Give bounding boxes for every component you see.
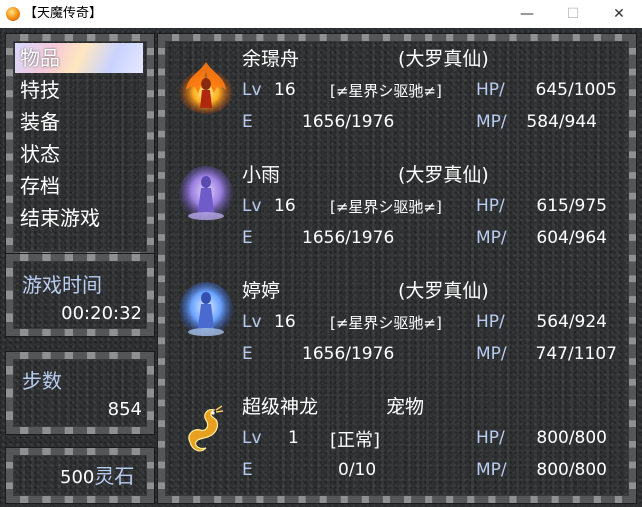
status-state: [≠星界シ驱驰≠] [330, 198, 442, 216]
app-icon [6, 7, 20, 21]
fire-spirit-portrait-icon [178, 62, 234, 114]
hp-label: HP/ [476, 80, 505, 100]
game-screen: 物品 特技 装备 状态 存档 结束游戏 游戏时间 00:20:32 步数 854… [0, 28, 642, 507]
member-title: (大罗真仙) [398, 280, 489, 302]
level-value: 16 [274, 80, 296, 100]
close-button[interactable]: ✕ [596, 0, 642, 28]
level-value: 1 [288, 428, 299, 448]
minimize-button[interactable]: — [504, 0, 550, 28]
exp-value: 1656/1976 [302, 112, 395, 132]
level-value: 16 [274, 196, 296, 216]
menu-item-skills[interactable]: 特技 [15, 75, 143, 105]
window-titlebar: 【天魔传奇】 — ☐ ✕ [0, 0, 642, 28]
mp-label: MP/ [476, 460, 507, 480]
hp-label: HP/ [476, 312, 505, 332]
member-title: 宠物 [386, 396, 425, 418]
hp-value: 800/800 [536, 428, 607, 448]
party-member[interactable]: 小雨 (大罗真仙) Lv 16 [≠星界シ驱驰≠] HP/ 615/975 E … [170, 160, 625, 272]
window-title: 【天魔传奇】 [24, 6, 103, 21]
party-member[interactable]: 婷婷 (大罗真仙) Lv 16 [≠星界シ驱驰≠] HP/ 564/924 E … [170, 276, 625, 388]
level-label: Lv [242, 196, 262, 216]
level-label: Lv [242, 428, 262, 448]
member-title: (大罗真仙) [398, 48, 489, 70]
hp-label: HP/ [476, 428, 505, 448]
member-name: 超级神龙 [242, 396, 319, 418]
playtime-label: 游戏时间 [22, 273, 102, 297]
party-member[interactable]: 余璟舟 (大罗真仙) Lv 16 [≠星界シ驱驰≠] HP/ 645/1005 … [170, 44, 625, 156]
hp-value: 564/924 [536, 312, 607, 332]
mp-label: MP/ [476, 344, 507, 364]
exp-value: 0/10 [338, 460, 377, 480]
maximize-button[interactable]: ☐ [550, 0, 596, 28]
exp-label: E [242, 460, 253, 480]
level-label: Lv [242, 312, 262, 332]
menu-item-save[interactable]: 存档 [15, 171, 143, 201]
exp-label: E [242, 344, 253, 364]
currency-unit: 灵石 [94, 464, 135, 488]
exp-label: E [242, 112, 253, 132]
mp-value: 584/944 [526, 112, 597, 132]
mp-label: MP/ [476, 228, 507, 248]
level-value: 16 [274, 312, 296, 332]
exp-label: E [242, 228, 253, 248]
hp-value: 615/975 [536, 196, 607, 216]
mp-value: 747/1107 [535, 344, 617, 364]
steps-label: 步数 [22, 369, 62, 393]
golden-dragon-portrait-icon [188, 405, 224, 452]
mp-value: 800/800 [536, 460, 607, 480]
member-title: (大罗真仙) [398, 164, 489, 186]
member-name: 小雨 [242, 164, 281, 186]
status-state: [≠星界シ驱驰≠] [330, 314, 442, 332]
currency-display: 500灵石 [60, 460, 134, 489]
steps-value: 854 [107, 399, 142, 420]
member-name: 婷婷 [242, 280, 281, 302]
hp-value: 645/1005 [535, 80, 617, 100]
playtime-value: 00:20:32 [61, 303, 142, 324]
level-label: Lv [242, 80, 262, 100]
exp-value: 1656/1976 [302, 344, 395, 364]
hp-label: HP/ [476, 196, 505, 216]
member-name: 余璟舟 [242, 48, 300, 70]
status-state: [正常] [330, 430, 381, 451]
menu-item-items[interactable]: 物品 [15, 43, 143, 73]
exp-value: 1656/1976 [302, 228, 395, 248]
mp-label: MP/ [476, 112, 507, 132]
violet-spirit-portrait-icon [179, 166, 233, 222]
blue-spirit-portrait-icon [179, 282, 233, 338]
menu-item-equip[interactable]: 装备 [15, 107, 143, 137]
menu-item-status[interactable]: 状态 [15, 139, 143, 169]
currency-amount: 500 [60, 467, 95, 488]
menu-item-end-game[interactable]: 结束游戏 [15, 203, 143, 233]
status-state: [≠星界シ驱驰≠] [330, 82, 442, 100]
mp-value: 604/964 [536, 228, 607, 248]
party-member[interactable]: 超级神龙 宠物 Lv 1 [正常] HP/ 800/800 E 0/10 MP/… [170, 392, 625, 504]
